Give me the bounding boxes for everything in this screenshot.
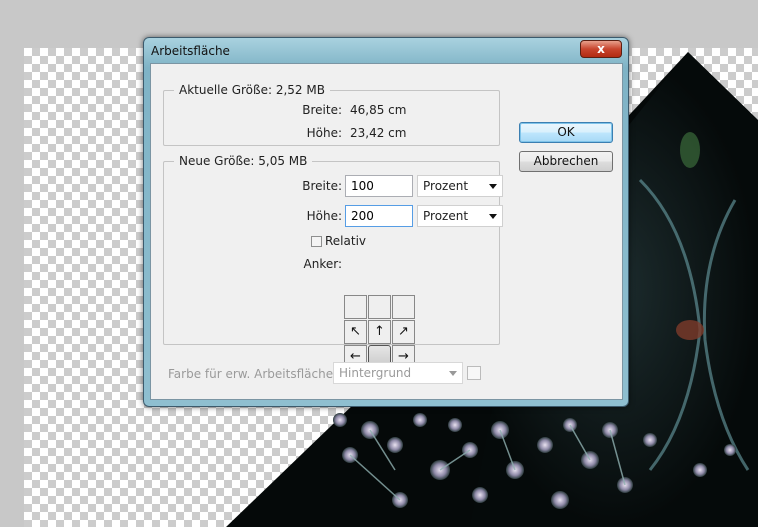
chevron-down-icon (489, 214, 497, 219)
relative-checkbox[interactable] (311, 236, 322, 247)
width-unit-value: Prozent (423, 179, 469, 193)
dialog-body: Aktuelle Größe: 2,52 MB Breite: 46,85 cm… (150, 63, 623, 400)
new-width-label: Breite: (302, 179, 342, 193)
anchor-grid[interactable]: ↖ ↑ ↗ ← → (344, 295, 416, 371)
height-unit-select[interactable]: Prozent (417, 205, 503, 227)
anchor-middle-left[interactable]: ↖ (344, 320, 367, 344)
anchor-top-center[interactable] (368, 295, 391, 319)
chevron-down-icon (489, 184, 497, 189)
current-height-label: Höhe: (306, 126, 342, 140)
anchor-middle-right[interactable]: ↗ (392, 320, 415, 344)
width-unit-select[interactable]: Prozent (417, 175, 503, 197)
anchor-middle-center[interactable]: ↑ (368, 320, 391, 344)
anchor-label: Anker: (303, 257, 342, 271)
dialog-titlebar[interactable]: Arbeitsfläche x (144, 38, 628, 64)
chevron-down-icon (449, 371, 457, 376)
new-size-group: Neue Größe: 5,05 MB Breite: Prozent Höhe… (163, 154, 503, 345)
ok-button[interactable]: OK (519, 122, 613, 143)
anchor-top-left[interactable] (344, 295, 367, 319)
close-button[interactable]: x (580, 40, 622, 58)
current-size-group: Aktuelle Größe: 2,52 MB Breite: 46,85 cm… (163, 83, 500, 146)
current-width-label: Breite: (302, 103, 342, 117)
cancel-button[interactable]: Abbrechen (519, 151, 613, 172)
height-unit-value: Prozent (423, 209, 469, 223)
extension-color-label: Farbe für erw. Arbeitsfläche: (168, 367, 338, 381)
new-width-input[interactable] (345, 175, 413, 197)
anchor-top-right[interactable] (392, 295, 415, 319)
current-size-label: Aktuelle Größe: 2,52 MB (174, 83, 330, 97)
dialog-title: Arbeitsfläche (151, 44, 230, 58)
new-height-input[interactable] (345, 205, 413, 227)
extension-color-value: Hintergrund (339, 366, 412, 380)
current-height-value: 23,42 cm (350, 126, 407, 140)
extension-color-select[interactable]: Hintergrund (333, 362, 463, 384)
current-width-value: 46,85 cm (350, 103, 407, 117)
canvas-size-dialog: Arbeitsfläche x Aktuelle Größe: 2,52 MB … (143, 37, 629, 407)
extension-color-swatch[interactable] (467, 366, 481, 380)
new-size-label: Neue Größe: 5,05 MB (174, 154, 313, 168)
relative-label[interactable]: Relativ (325, 234, 366, 248)
new-height-label: Höhe: (306, 209, 342, 223)
